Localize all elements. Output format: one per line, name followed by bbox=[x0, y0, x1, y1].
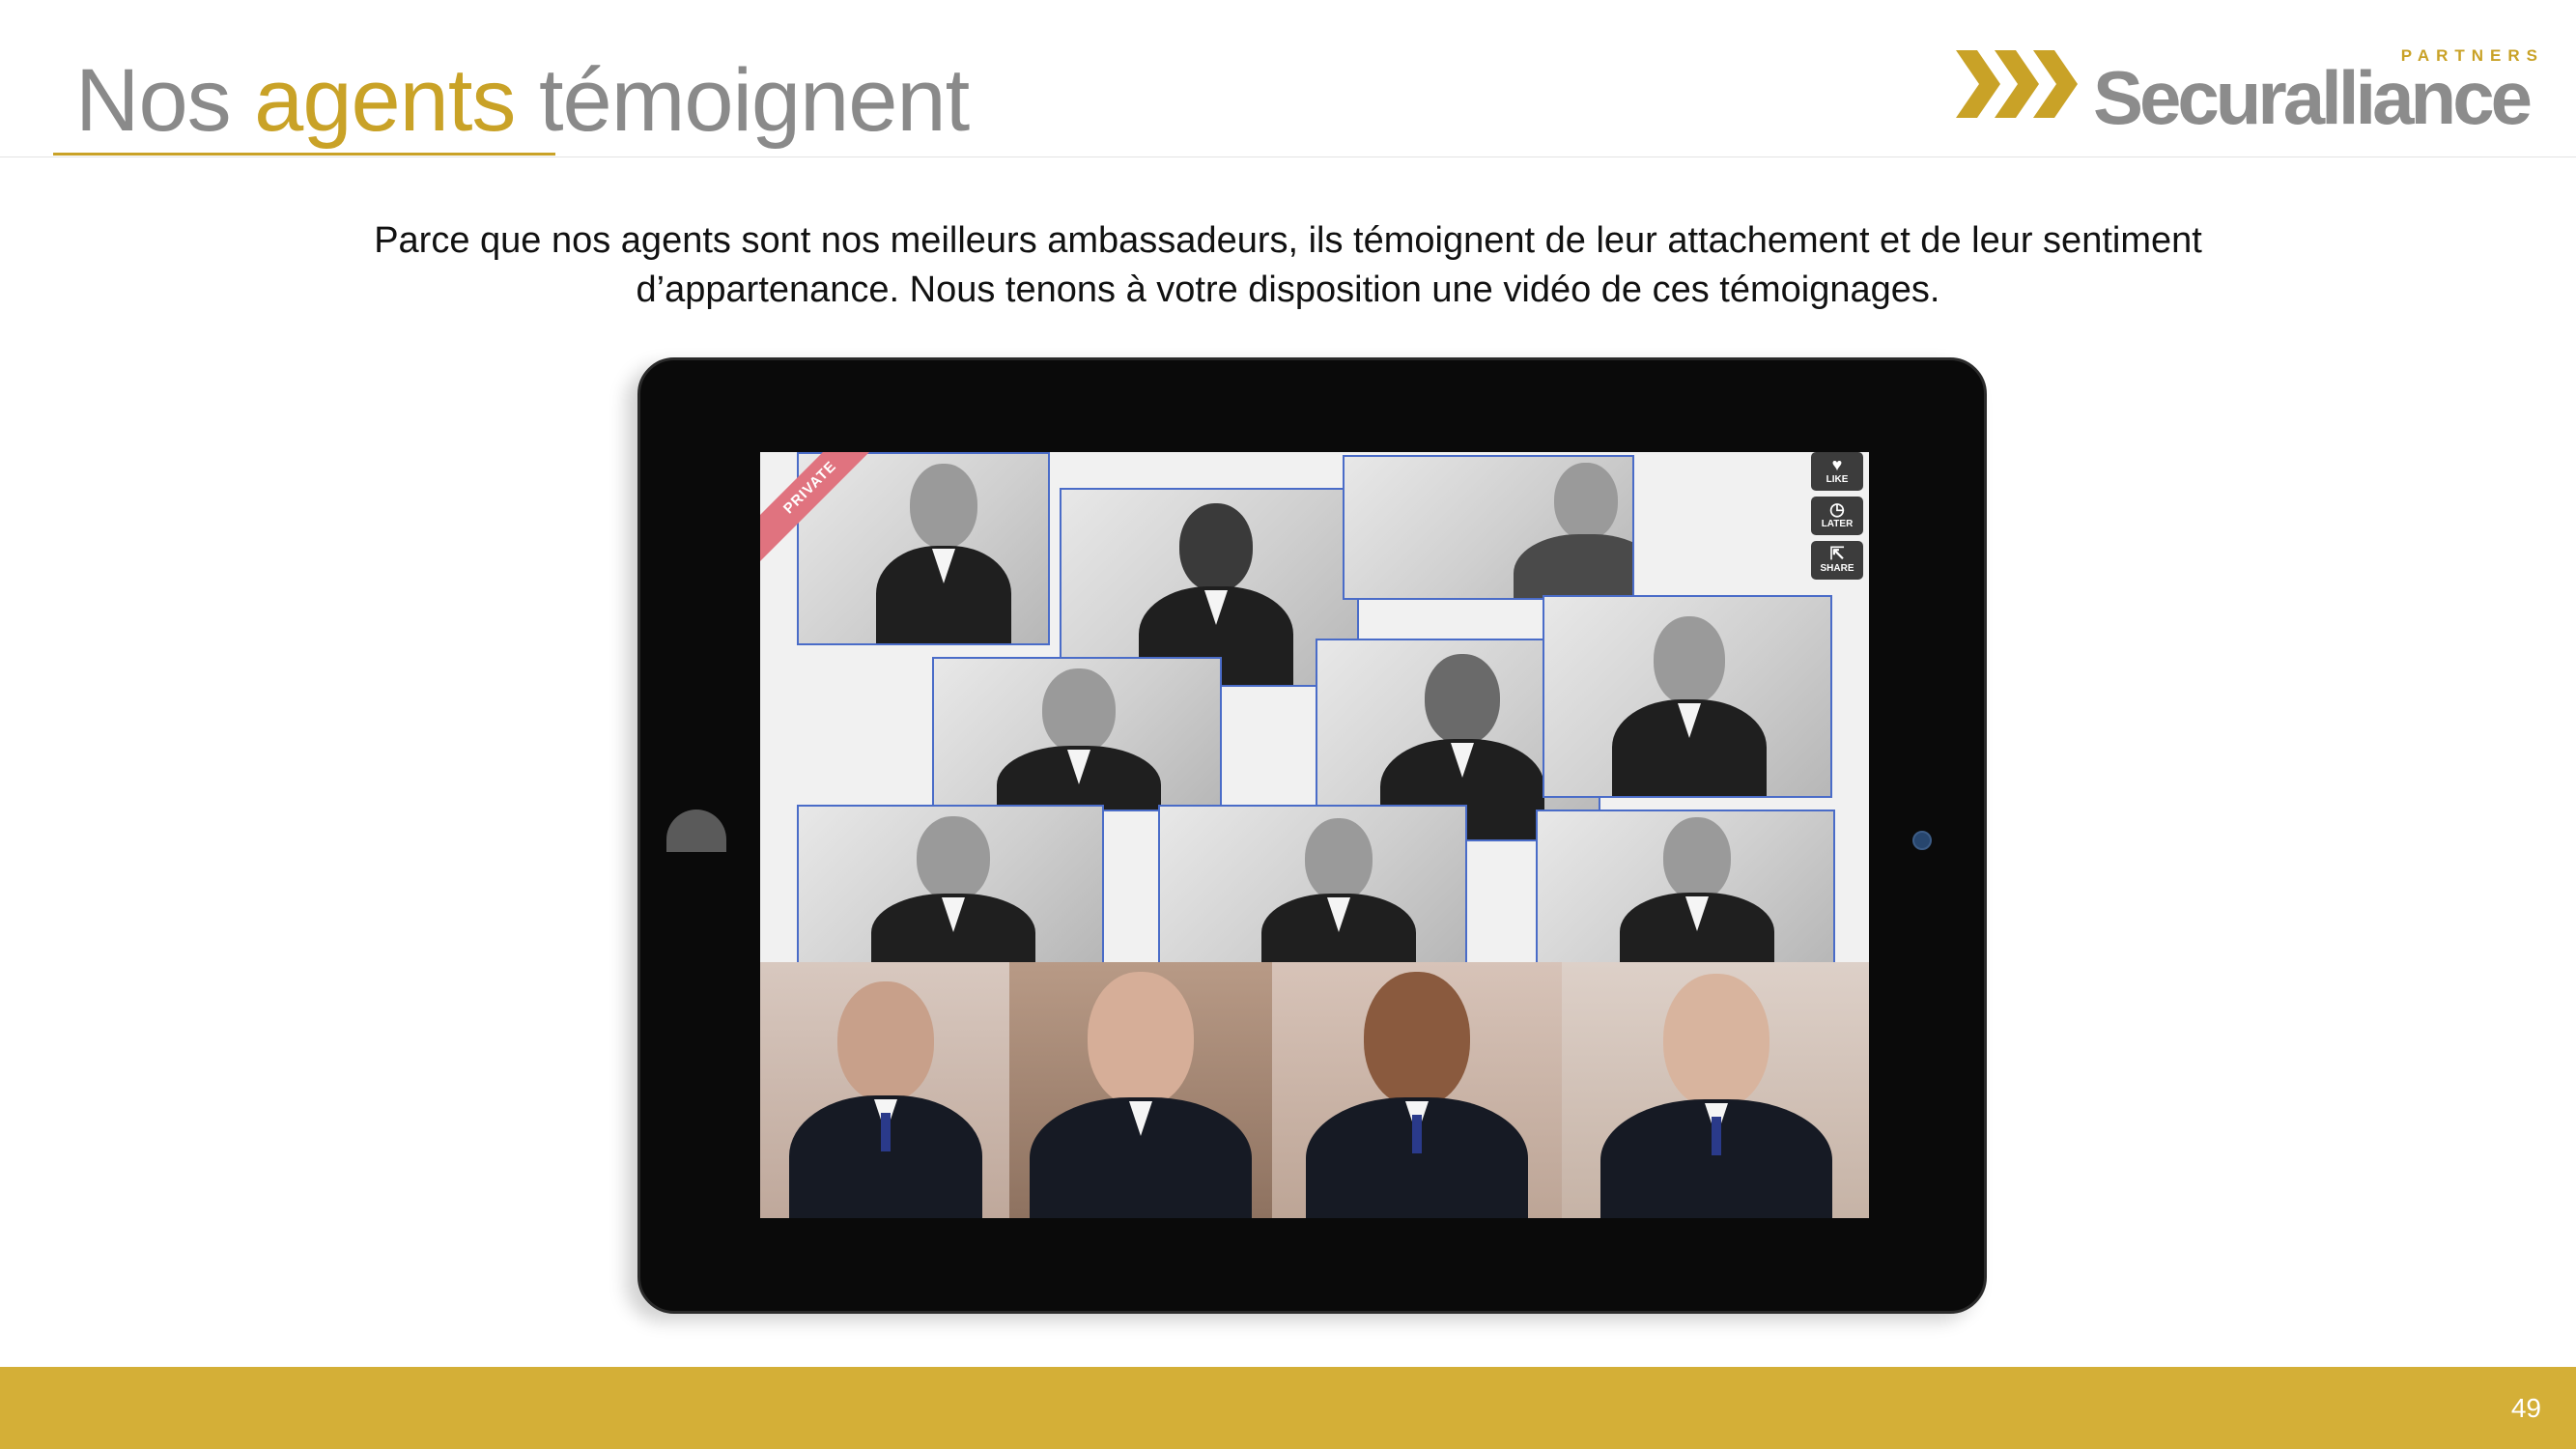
collage-tile bbox=[932, 657, 1222, 811]
intro-paragraph: Parce que nos agents sont nos meilleurs … bbox=[222, 216, 2354, 315]
share-icon: ⇱ bbox=[1829, 544, 1845, 563]
collage-tile bbox=[1536, 810, 1835, 964]
company-logo: PARTNERS Securalliance bbox=[1956, 39, 2550, 135]
agent-figure bbox=[1030, 972, 1252, 1218]
intro-line-1: Parce que nos agents sont nos meilleurs … bbox=[374, 220, 2202, 261]
title-part2: témoignent bbox=[515, 51, 970, 150]
agent-figure bbox=[789, 981, 982, 1218]
title-part1: Nos bbox=[75, 51, 255, 150]
heart-icon: ♥ bbox=[1831, 455, 1843, 474]
video-thumbnail[interactable]: PRIVATE ♥ LIKE ◷ LATER ⇱ SHARE bbox=[760, 452, 1869, 1218]
collage-tile bbox=[1543, 595, 1832, 798]
agent-figure bbox=[871, 816, 1035, 962]
agent-figure bbox=[1514, 463, 1632, 598]
agent-figure bbox=[1620, 817, 1774, 962]
agent-figure bbox=[1600, 974, 1832, 1218]
video-actions: ♥ LIKE ◷ LATER ⇱ SHARE bbox=[1811, 452, 1863, 585]
like-button[interactable]: ♥ LIKE bbox=[1811, 452, 1863, 491]
watch-later-button[interactable]: ◷ LATER bbox=[1811, 497, 1863, 535]
share-button[interactable]: ⇱ SHARE bbox=[1811, 541, 1863, 580]
color-portrait-tile bbox=[1562, 962, 1869, 1218]
agent-figure bbox=[1261, 818, 1416, 962]
header-divider bbox=[0, 156, 2576, 157]
color-portrait-tile bbox=[1272, 962, 1562, 1218]
title-accent: agents bbox=[254, 51, 516, 150]
intro-line-2: d’appartenance. Nous tenons à votre disp… bbox=[636, 270, 1940, 310]
agent-figure bbox=[997, 668, 1161, 810]
triple-chevron-logo-icon bbox=[1956, 50, 2078, 118]
camera-icon bbox=[1912, 831, 1932, 850]
slide-title: Nos agents témoignent bbox=[75, 50, 970, 152]
agent-figure bbox=[876, 464, 1011, 643]
agent-figure bbox=[1306, 972, 1528, 1218]
collage-tile bbox=[797, 805, 1104, 964]
agent-figure bbox=[1612, 616, 1767, 796]
clock-icon: ◷ bbox=[1829, 499, 1845, 519]
page-number: 49 bbox=[2510, 1393, 2541, 1423]
title-underline bbox=[53, 153, 555, 156]
footer-bar bbox=[0, 1367, 2576, 1449]
color-portrait-tile bbox=[1009, 962, 1272, 1218]
color-portrait-tile bbox=[760, 962, 1009, 1218]
logo-brand: Securalliance bbox=[2093, 55, 2533, 140]
collage-tile bbox=[1158, 805, 1467, 964]
collage-tile bbox=[1343, 455, 1634, 600]
